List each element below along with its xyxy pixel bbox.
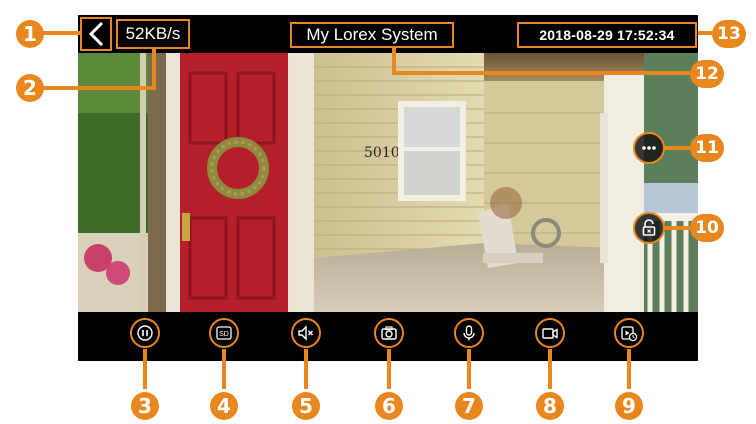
playback-icon bbox=[621, 326, 638, 342]
bitrate-display: 52KB/s bbox=[116, 19, 190, 49]
sd-card-icon: SD bbox=[216, 326, 232, 340]
mute-icon bbox=[298, 325, 313, 341]
leader-line bbox=[467, 349, 471, 389]
callout-9: 9 bbox=[615, 392, 643, 420]
callout-8: 8 bbox=[536, 392, 564, 420]
more-options-icon bbox=[642, 146, 656, 150]
callout-5: 5 bbox=[292, 392, 320, 420]
unlock-icon bbox=[642, 219, 656, 236]
leader-line bbox=[143, 349, 147, 389]
pause-icon bbox=[137, 325, 153, 341]
back-button[interactable] bbox=[80, 17, 112, 51]
leader-line bbox=[40, 31, 80, 35]
leader-line bbox=[663, 226, 693, 230]
leader-line bbox=[152, 49, 156, 89]
leader-line bbox=[222, 349, 226, 389]
leader-line bbox=[548, 349, 552, 389]
pause-button[interactable] bbox=[130, 318, 160, 348]
system-name: My Lorex System bbox=[290, 22, 454, 48]
top-bar: 52KB/s My Lorex System 2018-08-29 17:52:… bbox=[78, 15, 698, 53]
camera-feed: 5010 bbox=[78, 53, 698, 312]
more-options-button[interactable] bbox=[633, 132, 665, 164]
leader-line bbox=[387, 349, 391, 389]
callout-12: 12 bbox=[690, 60, 724, 88]
sd-record-button[interactable]: SD bbox=[209, 318, 239, 348]
unlock-button[interactable] bbox=[633, 212, 665, 244]
leader-line bbox=[304, 349, 308, 389]
leader-line bbox=[627, 349, 631, 389]
callout-1: 1 bbox=[16, 20, 44, 48]
callout-6: 6 bbox=[375, 392, 403, 420]
callout-4: 4 bbox=[210, 392, 238, 420]
leader-line bbox=[392, 71, 690, 75]
callout-13: 13 bbox=[712, 20, 746, 48]
leader-line bbox=[663, 146, 693, 150]
callout-2: 2 bbox=[16, 74, 44, 102]
mute-button[interactable] bbox=[291, 318, 321, 348]
microphone-icon bbox=[463, 325, 475, 341]
video-record-icon bbox=[542, 328, 558, 339]
svg-text:SD: SD bbox=[219, 331, 229, 338]
callout-3: 3 bbox=[131, 392, 159, 420]
live-view-screen: 52KB/s My Lorex System 2018-08-29 17:52:… bbox=[78, 15, 698, 361]
camera-snapshot-icon bbox=[381, 326, 397, 340]
date-time: 2018-08-29 17:52:34 bbox=[517, 22, 697, 48]
chevron-left-icon bbox=[88, 21, 104, 47]
record-video-button[interactable] bbox=[535, 318, 565, 348]
house-number: 5010 bbox=[364, 145, 400, 161]
callout-7: 7 bbox=[455, 392, 483, 420]
leader-line bbox=[42, 86, 156, 90]
callout-10: 10 bbox=[690, 214, 724, 242]
snapshot-button[interactable] bbox=[374, 318, 404, 348]
leader-line bbox=[698, 31, 712, 35]
playback-button[interactable] bbox=[614, 318, 644, 348]
callout-11: 11 bbox=[690, 134, 724, 162]
microphone-button[interactable] bbox=[454, 318, 484, 348]
